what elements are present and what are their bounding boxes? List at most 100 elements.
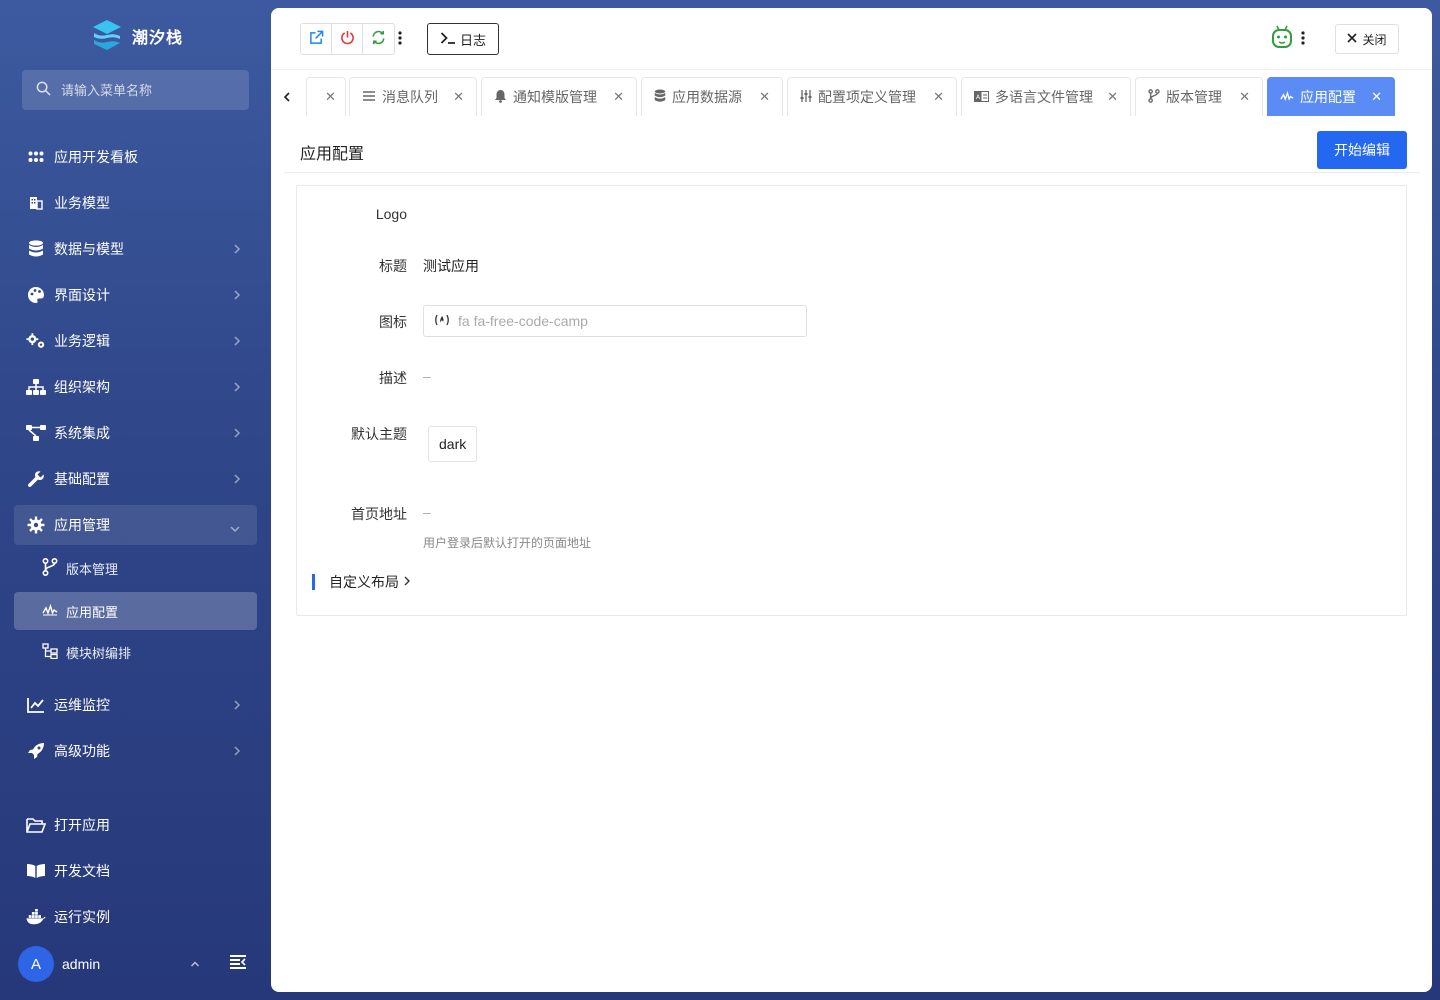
sidebar-subitem-label: 应用配置 [66, 604, 119, 620]
tab-close-icon[interactable]: ✕ [933, 89, 944, 105]
sidebar-item-advanced[interactable]: 高级功能 [14, 731, 257, 771]
sidebar-item-business-model[interactable]: 业务模型 [14, 183, 257, 223]
sidebar-item-instances[interactable]: 运行实例 [14, 897, 257, 937]
code-branch-icon [1148, 88, 1160, 106]
chevron-up-icon[interactable] [190, 956, 200, 972]
tab-app-config[interactable]: 应用配置 ✕ [1267, 77, 1395, 116]
tab-hidden[interactable]: ✕ [306, 77, 346, 116]
sidebar-collapse-icon[interactable] [229, 954, 247, 973]
tab-message-queue[interactable]: 消息队列 ✕ [349, 77, 477, 116]
open-external-button[interactable] [301, 24, 332, 54]
chevron-left-icon[interactable] [283, 90, 291, 106]
list-icon [362, 89, 376, 105]
home-hint: 用户登录后默认打开的页面地址 [423, 536, 592, 550]
custom-layout-section[interactable]: 自定义布局 [312, 573, 411, 591]
chevron-right-icon [233, 698, 241, 714]
sidebar-item-basic-config[interactable]: 基础配置 [14, 459, 257, 499]
wrench-icon [26, 469, 46, 489]
sidebar-item-dashboard[interactable]: 应用开发看板 [14, 137, 257, 177]
chevron-down-icon [229, 520, 241, 536]
search-input[interactable] [61, 82, 241, 98]
menu-search[interactable] [22, 70, 249, 110]
rocket-icon [26, 741, 46, 761]
sidebar-item-label: 应用开发看板 [54, 149, 138, 165]
user-bar[interactable]: A admin [18, 946, 254, 982]
avatar[interactable]: A [18, 946, 54, 982]
gears-icon [26, 331, 46, 351]
tab-config-definition[interactable]: 配置项定义管理 ✕ [787, 77, 957, 116]
sidebar-item-label: 打开应用 [54, 817, 110, 833]
icon-field[interactable] [423, 305, 807, 337]
user-name: admin [62, 956, 101, 972]
code-branch-icon [42, 557, 58, 579]
log-label: 日志 [459, 32, 486, 48]
folder-open-icon [26, 815, 46, 835]
sidebar-subitem-label: 版本管理 [66, 561, 119, 577]
sidebar-item-docs[interactable]: 开发文档 [14, 851, 257, 891]
tab-i18n-files[interactable]: A 多语言文件管理 ✕ [961, 77, 1131, 116]
sidebar-item-open-app[interactable]: 打开应用 [14, 805, 257, 845]
chevron-right-icon [233, 426, 241, 442]
terminal-icon [440, 31, 456, 48]
more-vertical-icon[interactable] [1300, 30, 1306, 49]
refresh-button[interactable] [363, 24, 394, 54]
tab-close-icon[interactable]: ✕ [1371, 89, 1382, 105]
sidebar-subitem-module-tree[interactable]: 模块树编排 [14, 633, 257, 671]
sidebar-item-label: 组织架构 [54, 379, 110, 395]
chart-line-icon [26, 695, 46, 715]
tab-label: 多语言文件管理 [995, 89, 1093, 105]
title-label: 标题 [379, 258, 407, 274]
sidebar-subitem-app-config[interactable]: 应用配置 [14, 592, 257, 630]
sidebar-subitem-version[interactable]: 版本管理 [14, 549, 257, 587]
sidebar-item-monitoring[interactable]: 运维监控 [14, 685, 257, 725]
close-button[interactable]: 关闭 [1335, 24, 1399, 54]
page-header: 应用配置 开始编辑 [284, 124, 1420, 173]
icon-input[interactable] [458, 313, 798, 329]
power-icon [340, 30, 355, 48]
chevron-right-icon [233, 744, 241, 760]
sidebar-item-label: 业务逻辑 [54, 333, 110, 349]
database-icon [654, 89, 666, 106]
chevron-right-icon [403, 574, 411, 590]
sidebar-item-label: 业务模型 [54, 195, 110, 211]
sidebar-item-integration[interactable]: 系统集成 [14, 413, 257, 453]
sitemap-icon [26, 377, 46, 397]
tab-notify-template[interactable]: 通知模版管理 ✕ [481, 77, 637, 116]
tab-close-icon[interactable]: ✕ [453, 89, 464, 105]
code-camp-icon [434, 313, 450, 329]
tree-icon [42, 642, 58, 662]
chevron-right-icon [233, 334, 241, 350]
config-form: Logo 标题 测试应用 图标 描述 – 默认主题 dark 首页地址 – 用户… [296, 185, 1407, 616]
tab-bar: ✕ 消息队列 ✕ 通知模版管理 ✕ 应用数据源 ✕ 配置项定义管理 ✕ A 多语… [271, 70, 1432, 124]
more-vertical-icon[interactable] [397, 30, 403, 49]
brand[interactable]: 潮汐栈 [92, 18, 183, 54]
icon-label: 图标 [379, 314, 407, 330]
sidebar-item-app-management[interactable]: 应用管理 [14, 505, 257, 545]
tab-close-icon[interactable]: ✕ [759, 89, 770, 105]
sidebar-item-business-logic[interactable]: 业务逻辑 [14, 321, 257, 361]
start-edit-button[interactable]: 开始编辑 [1317, 131, 1407, 169]
sidebar-item-data-model[interactable]: 数据与模型 [14, 229, 257, 269]
tab-close-icon[interactable]: ✕ [1239, 89, 1250, 105]
tab-label: 配置项定义管理 [818, 89, 916, 105]
signature-icon [42, 603, 58, 619]
sidebar-item-organization[interactable]: 组织架构 [14, 367, 257, 407]
search-icon [36, 81, 51, 99]
sidebar-item-ui-design[interactable]: 界面设计 [14, 275, 257, 315]
sidebar-item-label: 系统集成 [54, 425, 110, 441]
network-icon [26, 423, 46, 443]
power-button[interactable] [332, 24, 363, 54]
tab-close-icon[interactable]: ✕ [613, 89, 624, 105]
theme-value: dark [428, 426, 478, 462]
theme-label: 默认主题 [351, 426, 407, 442]
tab-close-icon[interactable]: ✕ [325, 89, 336, 105]
log-button[interactable]: 日志 [427, 23, 499, 55]
robot-icon[interactable] [1271, 25, 1293, 54]
sliders-icon [800, 89, 812, 105]
database-icon [26, 239, 46, 259]
top-toolbar: 日志 关闭 [271, 8, 1432, 70]
chevron-right-icon [233, 288, 241, 304]
tab-app-datasource[interactable]: 应用数据源 ✕ [641, 77, 783, 116]
tab-version-management[interactable]: 版本管理 ✕ [1135, 77, 1263, 116]
tab-close-icon[interactable]: ✕ [1107, 89, 1118, 105]
